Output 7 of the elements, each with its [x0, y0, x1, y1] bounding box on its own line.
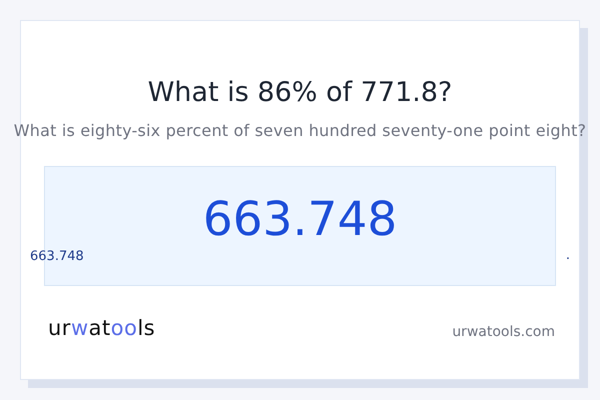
result-value: 663.748	[202, 192, 398, 246]
logo: urwatools	[48, 316, 156, 340]
question-subtitle: What is eighty-six percent of seven hundred seventy-one point eight?	[12, 120, 588, 142]
period-text: .	[566, 248, 570, 263]
question-title: What is 86% of 771.8?	[146, 76, 454, 110]
site-url: urwatools.com	[452, 324, 555, 340]
result-caption: 663.748	[30, 249, 84, 264]
